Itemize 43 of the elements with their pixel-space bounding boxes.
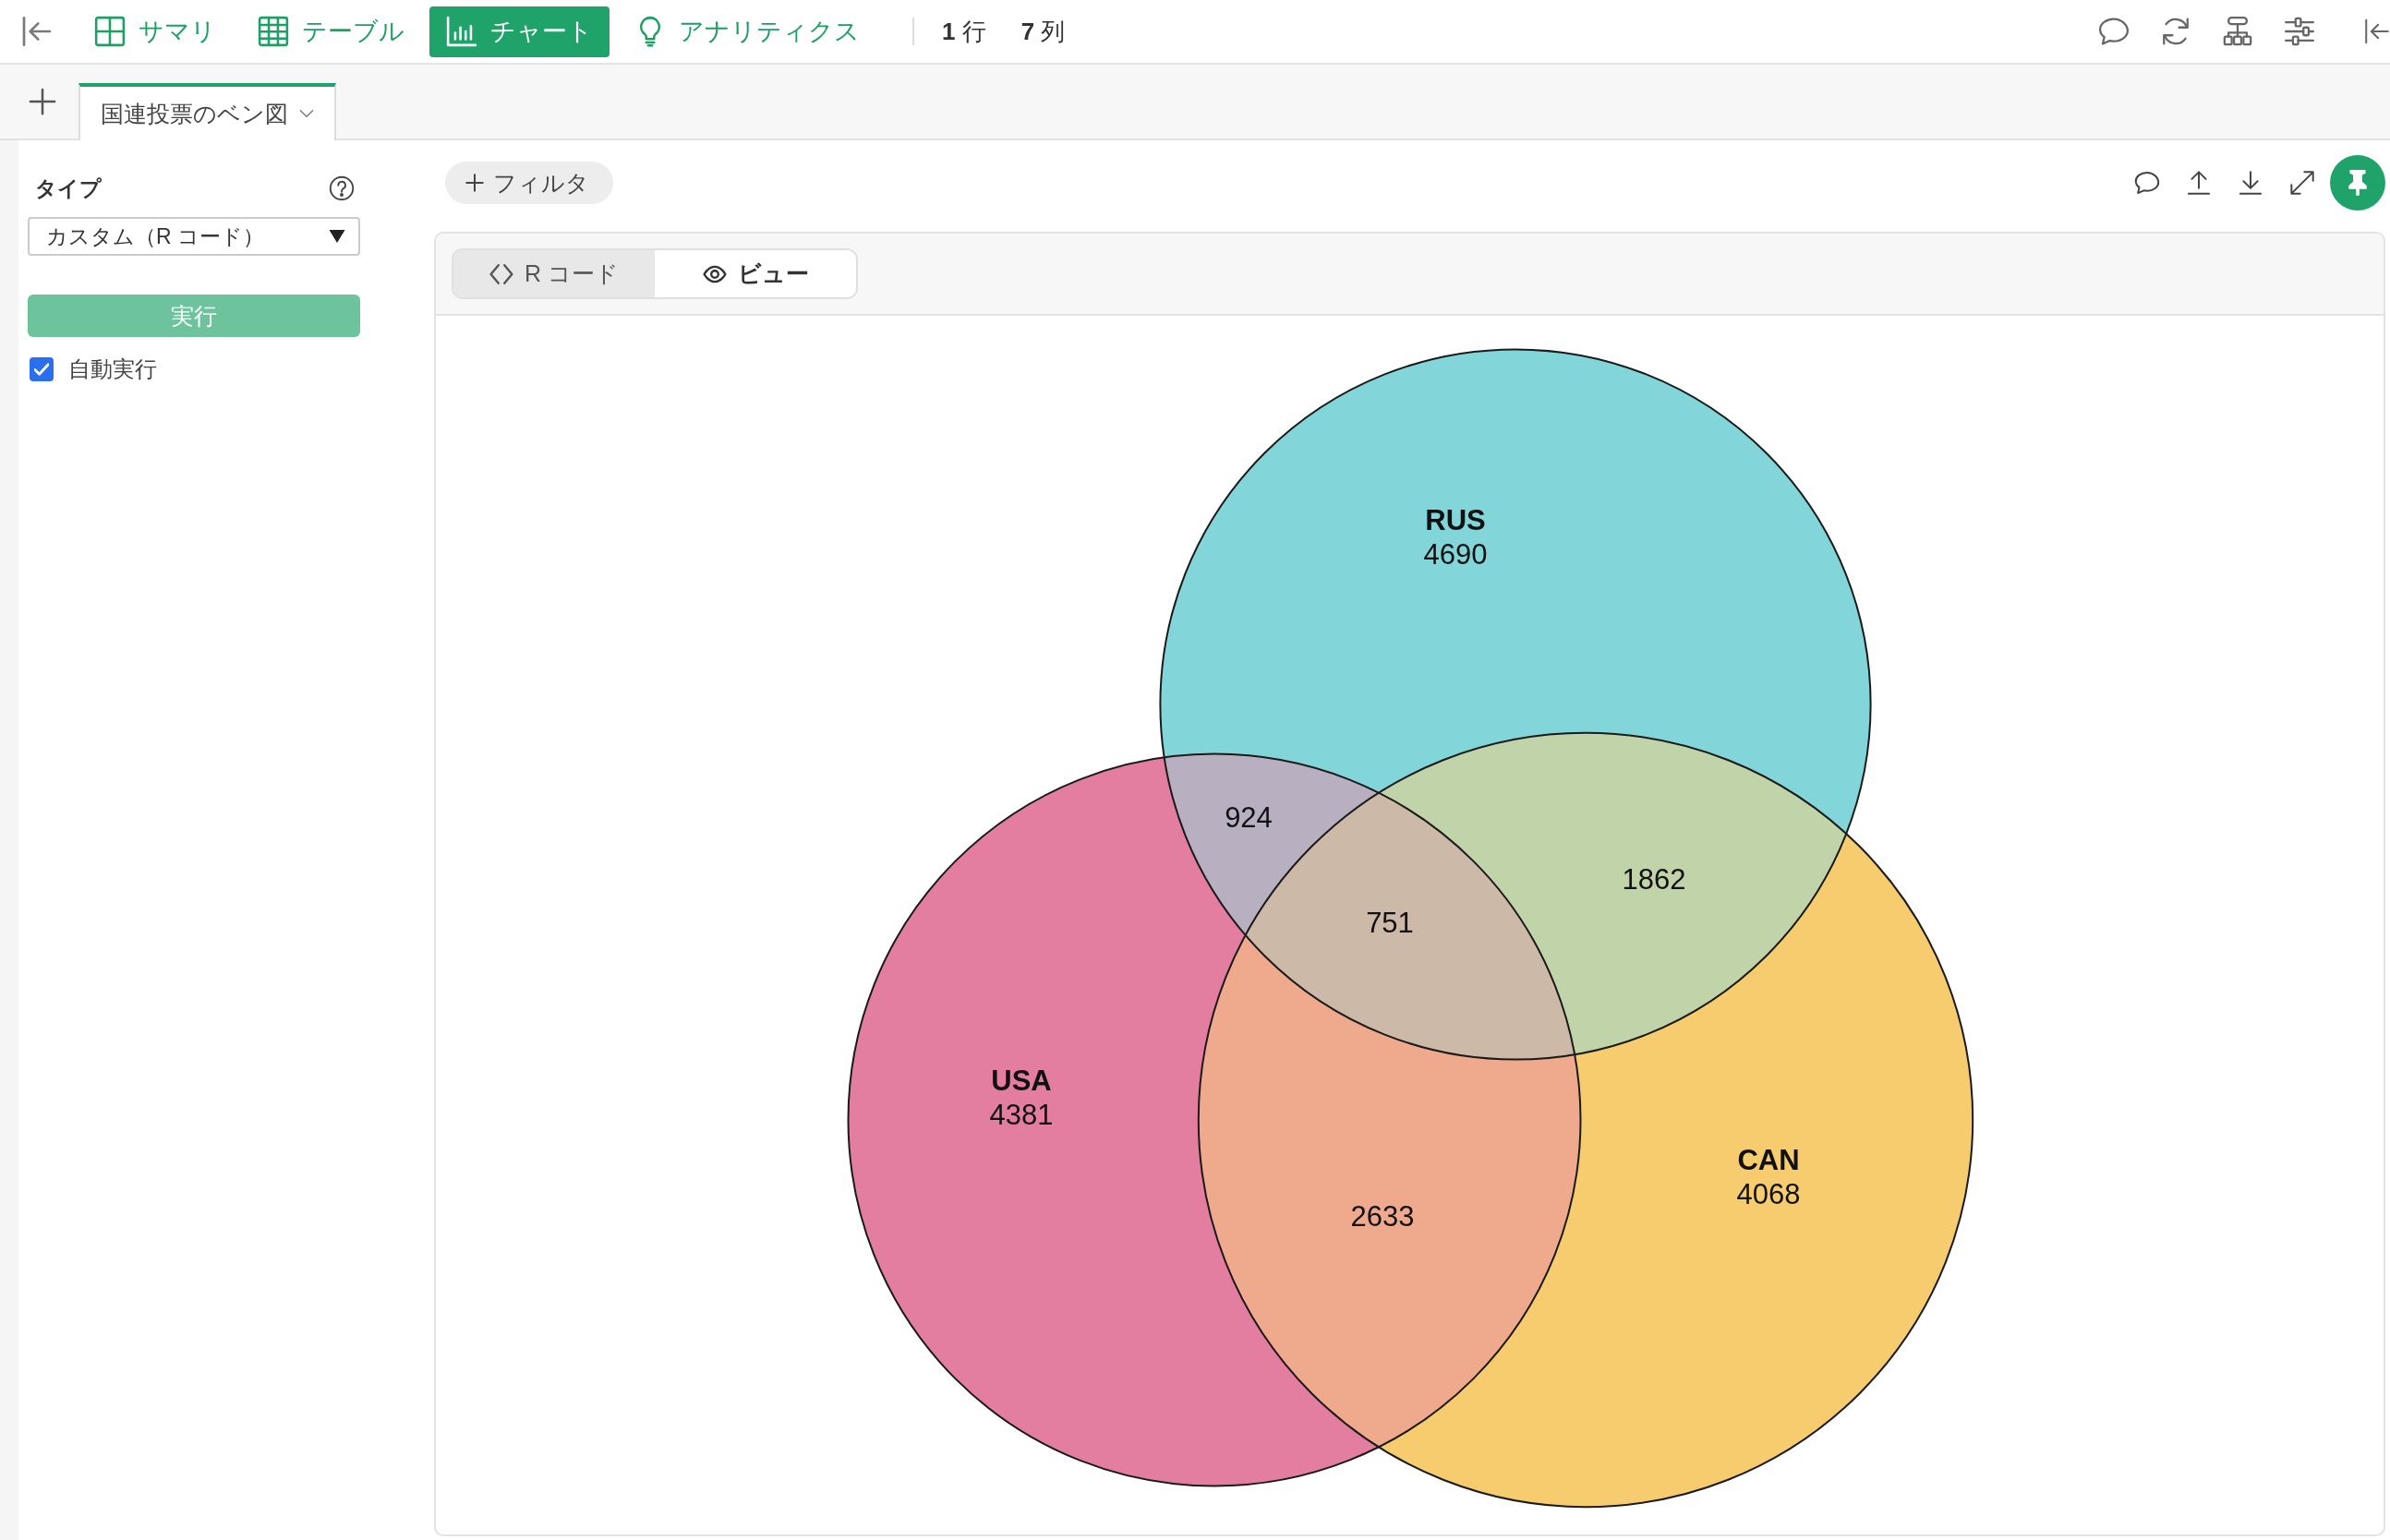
overlap-count: 924 xyxy=(1225,800,1273,834)
nav-tab[interactable]: アナリティクス xyxy=(618,6,876,57)
plus-icon[interactable] xyxy=(29,88,56,115)
plus-icon xyxy=(465,174,484,192)
overlap-count: 751 xyxy=(1366,906,1414,939)
sliders-icon[interactable] xyxy=(2284,16,2315,47)
type-select[interactable]: カスタム（R コード） xyxy=(28,217,360,256)
caret-down-icon xyxy=(329,230,345,243)
document-tab[interactable]: 国連投票のベン図 xyxy=(78,83,336,140)
pin-button[interactable] xyxy=(2330,155,2385,211)
table-icon xyxy=(258,16,289,47)
set-count: 4068 xyxy=(1736,1177,1801,1210)
nav-tab[interactable]: サマリ xyxy=(78,6,233,57)
field-label: タイプ xyxy=(35,174,102,202)
expand-icon[interactable] xyxy=(2289,170,2315,196)
row-count: 1 行 xyxy=(942,16,986,47)
code-icon xyxy=(489,261,513,286)
help-icon[interactable] xyxy=(329,175,355,201)
pushpin-icon xyxy=(2347,170,2369,196)
upload-icon[interactable] xyxy=(2186,170,2212,196)
speech-bubble-icon[interactable] xyxy=(2134,170,2160,196)
speech-bubble-icon[interactable] xyxy=(2098,16,2130,47)
overlap-count: 1862 xyxy=(1622,862,1686,896)
set-name: CAN xyxy=(1737,1143,1800,1176)
filter-button[interactable]: フィルタ xyxy=(445,162,613,204)
overlap-count: 2633 xyxy=(1350,1199,1415,1233)
set-count: 4690 xyxy=(1423,537,1488,571)
download-icon[interactable] xyxy=(2238,170,2263,196)
set-count: 4381 xyxy=(989,1098,1054,1131)
grid-icon xyxy=(94,16,126,47)
checkbox-label: 自動実行 xyxy=(68,355,157,383)
hierarchy-icon[interactable] xyxy=(2222,16,2253,47)
view-tab[interactable]: ビュー xyxy=(655,250,856,297)
view-tab[interactable]: R コード xyxy=(453,250,655,297)
set-name: RUS xyxy=(1425,503,1486,536)
nav-tab[interactable]: テーブル xyxy=(241,6,421,57)
set-name: USA xyxy=(991,1064,1052,1097)
checkbox[interactable] xyxy=(30,357,54,381)
nav-tab[interactable]: チャート xyxy=(429,6,610,57)
refresh-icon[interactable] xyxy=(2160,16,2191,47)
column-count: 7 列 xyxy=(1020,16,1066,47)
checkmark-icon xyxy=(34,362,49,377)
bar-chart-icon xyxy=(446,16,477,47)
